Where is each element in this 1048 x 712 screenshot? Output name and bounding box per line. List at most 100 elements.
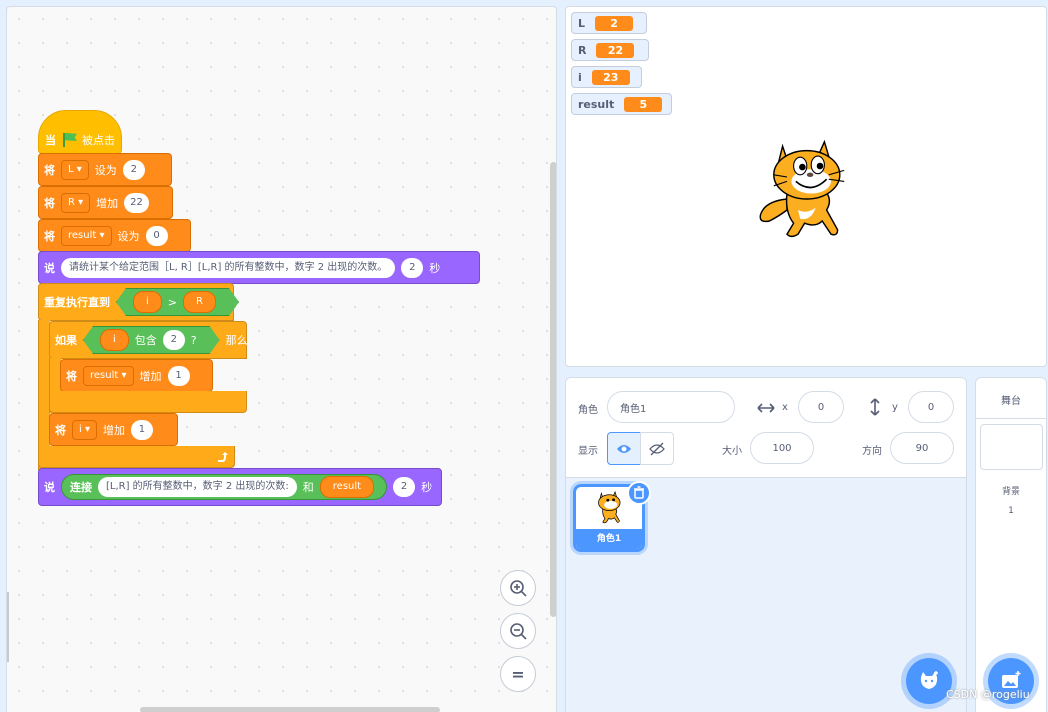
say-join-block[interactable]: 说 连接 [L,R] 的所有整数中，数字 2 出现的次数: 和 result 2… <box>38 468 442 506</box>
repeat-until-block[interactable]: 重复执行直到 i > R <box>38 283 234 321</box>
value-input[interactable]: 1 <box>130 419 153 440</box>
workspace-edge <box>7 592 9 662</box>
value-input[interactable]: 2 <box>122 159 145 180</box>
change-r-block[interactable]: 将 R 增加 22 <box>38 186 173 219</box>
size-input[interactable]: 100 <box>750 432 814 464</box>
green-flag-icon <box>62 133 76 147</box>
stage-header-divider <box>976 418 1046 419</box>
seconds-unit: 秒 <box>429 261 441 275</box>
when-label: 当 <box>45 134 56 147</box>
direction-label: 方向 <box>862 446 882 457</box>
code-workspace[interactable]: 当 被点击 将 L 设为 2 将 R 增加 22 将 result 设为 0 说… <box>6 6 557 712</box>
sprite-thumbnail-label: 角色1 <box>576 529 642 549</box>
var-dropdown-result[interactable]: result <box>83 365 134 386</box>
show-visible-toggle[interactable] <box>607 432 641 465</box>
change-by-label: 增加 <box>96 196 119 210</box>
variable-monitor-i[interactable]: i 23 <box>571 66 642 88</box>
value-input[interactable]: 22 <box>124 192 149 213</box>
monitor-value: 5 <box>624 96 663 112</box>
x-label: x <box>782 402 788 413</box>
monitor-name: result <box>578 97 615 111</box>
change-i-block[interactable]: 将 i 增加 1 <box>49 413 178 446</box>
then-label: 那么 <box>225 334 248 347</box>
if-label: 如果 <box>55 334 77 347</box>
cat-thumbnail-icon <box>598 490 621 524</box>
if-then-block[interactable]: 如果 i 包含 2 ? 那么 <box>49 321 248 359</box>
result-reporter[interactable]: result <box>319 476 375 498</box>
say-verb: 说 <box>44 261 55 275</box>
eye-icon <box>617 444 631 453</box>
seconds-input[interactable]: 2 <box>401 257 424 278</box>
zoom-reset-button[interactable]: = <box>500 656 536 692</box>
x-input[interactable]: 0 <box>798 391 844 423</box>
zoom-out-button[interactable] <box>500 613 536 649</box>
var-dropdown-result[interactable]: result <box>61 225 112 246</box>
change-result-block[interactable]: 将 result 增加 1 <box>60 359 213 392</box>
set-result-block[interactable]: 将 result 设为 0 <box>38 219 191 252</box>
i-reporter[interactable]: i <box>100 329 129 351</box>
and-label: 和 <box>302 481 314 494</box>
show-hidden-toggle[interactable] <box>640 432 674 465</box>
value-input[interactable]: 0 <box>145 225 168 246</box>
contains-operator[interactable]: i 包含 2 ? <box>83 326 220 354</box>
set-verb: 将 <box>44 163 55 177</box>
variable-monitor-r[interactable]: R 22 <box>571 39 649 61</box>
y-label: y <box>892 402 898 413</box>
question-mark: ? <box>190 333 197 347</box>
monitor-name: R <box>578 43 587 57</box>
y-input[interactable]: 0 <box>908 391 954 423</box>
vertical-scrollbar[interactable] <box>550 162 556 617</box>
zoom-in-icon <box>510 580 527 597</box>
i-reporter[interactable]: i <box>133 291 162 313</box>
sprite-name-input[interactable]: 角色1 <box>607 391 735 423</box>
monitor-name: L <box>578 16 586 30</box>
gt-symbol: > <box>167 295 177 309</box>
trash-icon <box>634 486 644 499</box>
size-label: 大小 <box>722 446 742 457</box>
change-by-label: 增加 <box>102 423 125 437</box>
var-dropdown-l[interactable]: L <box>61 159 89 180</box>
if-foot <box>49 391 247 413</box>
var-dropdown-i[interactable]: i <box>72 419 97 440</box>
var-dropdown-r[interactable]: R <box>61 192 91 213</box>
message-input[interactable]: 请统计某个给定范围［L, R］[L,R] 的所有整数中，数字 2 出现的次数。 <box>61 257 396 278</box>
backdrops-label: 背景 <box>1001 487 1020 497</box>
when-flag-clicked-block[interactable]: 当 被点击 <box>38 110 122 154</box>
stage-selector[interactable]: 舞台 背景 1 <box>975 377 1047 712</box>
backdrops-count: 1 <box>1008 506 1014 516</box>
contains-value-input[interactable]: 2 <box>163 330 185 350</box>
set-verb: 将 <box>55 423 66 437</box>
seconds-input[interactable]: 2 <box>393 477 416 497</box>
join-text-input[interactable]: [L,R] 的所有整数中，数字 2 出现的次数: <box>98 477 297 497</box>
cat-sprite[interactable] <box>754 133 864 243</box>
repeat-until-label: 重复执行直到 <box>44 296 110 309</box>
sprite-info-panel: 角色 角色1 x 0 y 0 显示 大小 100 方向 90 <box>566 378 966 478</box>
sprite-label: 角色 <box>578 405 598 416</box>
eye-slash-icon <box>649 442 665 455</box>
join-operator[interactable]: 连接 [L,R] 的所有整数中，数字 2 出现的次数: 和 result <box>61 474 388 500</box>
watermark: CSDN @rogeliu <box>946 688 1030 701</box>
set-to-label: 设为 <box>94 163 117 177</box>
y-arrow-icon <box>870 398 880 416</box>
set-l-block[interactable]: 将 L 设为 2 <box>38 153 172 186</box>
set-verb: 将 <box>44 196 55 210</box>
stage[interactable]: L 2 R 22 i 23 result 5 <box>565 6 1047 367</box>
direction-input[interactable]: 90 <box>890 432 954 464</box>
zoom-in-button[interactable] <box>500 570 536 606</box>
variable-monitor-l[interactable]: L 2 <box>571 12 647 34</box>
variable-monitor-result[interactable]: result 5 <box>571 93 672 115</box>
x-arrow-icon <box>757 403 775 413</box>
zoom-out-icon <box>510 623 527 640</box>
loop-arrow-icon <box>218 452 228 462</box>
zoom-reset-icon: = <box>511 664 525 684</box>
greater-than-operator[interactable]: i > R <box>116 288 239 316</box>
horizontal-scrollbar[interactable] <box>140 707 440 712</box>
change-by-label: 增加 <box>139 369 162 383</box>
say-for-secs-block[interactable]: 说 请统计某个给定范围［L, R］[L,R] 的所有整数中，数字 2 出现的次数… <box>38 251 480 284</box>
stage-thumbnail[interactable] <box>980 424 1043 470</box>
r-reporter[interactable]: R <box>183 291 216 313</box>
set-verb: 将 <box>44 229 55 243</box>
value-input[interactable]: 1 <box>167 365 190 386</box>
seconds-unit: 秒 <box>421 481 433 494</box>
delete-sprite-button[interactable] <box>627 481 651 505</box>
